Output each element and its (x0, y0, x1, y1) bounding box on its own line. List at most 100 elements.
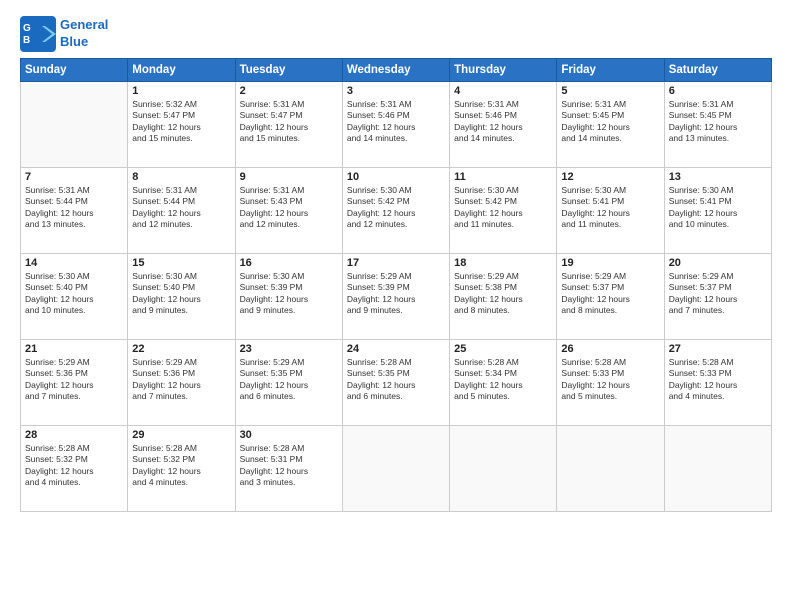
day-info: Sunrise: 5:28 AM Sunset: 5:33 PM Dayligh… (669, 357, 767, 403)
day-info: Sunrise: 5:30 AM Sunset: 5:40 PM Dayligh… (132, 271, 230, 317)
day-info: Sunrise: 5:28 AM Sunset: 5:33 PM Dayligh… (561, 357, 659, 403)
day-cell: 3Sunrise: 5:31 AM Sunset: 5:46 PM Daylig… (342, 82, 449, 168)
day-number: 10 (347, 171, 445, 183)
logo: GB GeneralBlue (20, 16, 108, 52)
svg-text:G: G (23, 23, 31, 34)
day-number: 2 (240, 85, 338, 97)
header-row: SundayMondayTuesdayWednesdayThursdayFrid… (21, 59, 772, 82)
day-cell: 8 Sunrise: 5:31 AM Sunset: 5:44 PM Daylig… (128, 168, 235, 254)
day-cell: 26 Sunrise: 5:28 AM Sunset: 5:33 PM Dayli… (557, 340, 664, 426)
day-number: 26 (561, 343, 659, 355)
day-info: Sunrise: 5:29 AM Sunset: 5:37 PM Dayligh… (669, 271, 767, 317)
day-info: Sunrise: 5:30 AM Sunset: 5:39 PM Dayligh… (240, 271, 338, 317)
day-info: Sunrise: 5:31 AM Sunset: 5:46 PM Dayligh… (347, 99, 445, 145)
day-cell (21, 82, 128, 168)
day-number: 13 (669, 171, 767, 183)
day-number: 16 (240, 257, 338, 269)
day-cell: 16 Sunrise: 5:30 AM Sunset: 5:39 PM Dayli… (235, 254, 342, 340)
day-cell: 24 Sunrise: 5:28 AM Sunset: 5:35 PM Dayli… (342, 340, 449, 426)
day-number: 5 (561, 85, 659, 97)
day-cell: 23 Sunrise: 5:29 AM Sunset: 5:35 PM Dayli… (235, 340, 342, 426)
week-row-5: 28 Sunrise: 5:28 AM Sunset: 5:32 PM Dayli… (21, 426, 772, 512)
week-row-2: 7Sunrise: 5:31 AM Sunset: 5:44 PM Daylig… (21, 168, 772, 254)
svg-text:B: B (23, 35, 30, 46)
day-number: 24 (347, 343, 445, 355)
day-info: Sunrise: 5:30 AM Sunset: 5:42 PM Dayligh… (454, 185, 552, 231)
day-number: 17 (347, 257, 445, 269)
day-number: 12 (561, 171, 659, 183)
day-cell: 4Sunrise: 5:31 AM Sunset: 5:46 PM Daylig… (450, 82, 557, 168)
day-number: 11 (454, 171, 552, 183)
day-info: Sunrise: 5:31 AM Sunset: 5:44 PM Dayligh… (132, 185, 230, 231)
day-number: 23 (240, 343, 338, 355)
day-cell: 18Sunrise: 5:29 AM Sunset: 5:38 PM Dayli… (450, 254, 557, 340)
day-cell: 29 Sunrise: 5:28 AM Sunset: 5:32 PM Dayli… (128, 426, 235, 512)
week-row-3: 14 Sunrise: 5:30 AM Sunset: 5:40 PM Dayli… (21, 254, 772, 340)
day-cell: 21 Sunrise: 5:29 AM Sunset: 5:36 PM Dayli… (21, 340, 128, 426)
day-cell: 14 Sunrise: 5:30 AM Sunset: 5:40 PM Dayli… (21, 254, 128, 340)
day-info: Sunrise: 5:31 AM Sunset: 5:46 PM Dayligh… (454, 99, 552, 145)
logo-text-general: General (60, 17, 108, 34)
day-cell: 11 Sunrise: 5:30 AM Sunset: 5:42 PM Dayli… (450, 168, 557, 254)
header-cell-sunday: Sunday (21, 59, 128, 82)
day-number: 29 (132, 429, 230, 441)
day-info: Sunrise: 5:29 AM Sunset: 5:36 PM Dayligh… (25, 357, 123, 403)
header: GB GeneralBlue (20, 16, 772, 52)
day-cell: 9 Sunrise: 5:31 AM Sunset: 5:43 PM Daylig… (235, 168, 342, 254)
week-row-1: 1 Sunrise: 5:32 AM Sunset: 5:47 PM Daylig… (21, 82, 772, 168)
header-cell-thursday: Thursday (450, 59, 557, 82)
day-info: Sunrise: 5:28 AM Sunset: 5:32 PM Dayligh… (132, 443, 230, 489)
day-number: 21 (25, 343, 123, 355)
header-cell-tuesday: Tuesday (235, 59, 342, 82)
day-cell: 5 Sunrise: 5:31 AM Sunset: 5:45 PM Daylig… (557, 82, 664, 168)
day-info: Sunrise: 5:31 AM Sunset: 5:45 PM Dayligh… (669, 99, 767, 145)
day-cell: 6 Sunrise: 5:31 AM Sunset: 5:45 PM Daylig… (664, 82, 771, 168)
day-info: Sunrise: 5:28 AM Sunset: 5:32 PM Dayligh… (25, 443, 123, 489)
day-number: 28 (25, 429, 123, 441)
day-number: 1 (132, 85, 230, 97)
day-info: Sunrise: 5:31 AM Sunset: 5:47 PM Dayligh… (240, 99, 338, 145)
day-number: 27 (669, 343, 767, 355)
day-number: 9 (240, 171, 338, 183)
day-info: Sunrise: 5:30 AM Sunset: 5:41 PM Dayligh… (669, 185, 767, 231)
day-cell: 20Sunrise: 5:29 AM Sunset: 5:37 PM Dayli… (664, 254, 771, 340)
day-info: Sunrise: 5:29 AM Sunset: 5:39 PM Dayligh… (347, 271, 445, 317)
day-number: 30 (240, 429, 338, 441)
day-cell (664, 426, 771, 512)
day-number: 8 (132, 171, 230, 183)
day-number: 18 (454, 257, 552, 269)
day-cell: 28 Sunrise: 5:28 AM Sunset: 5:32 PM Dayli… (21, 426, 128, 512)
day-cell: 15Sunrise: 5:30 AM Sunset: 5:40 PM Dayli… (128, 254, 235, 340)
day-cell: 2 Sunrise: 5:31 AM Sunset: 5:47 PM Daylig… (235, 82, 342, 168)
day-info: Sunrise: 5:29 AM Sunset: 5:35 PM Dayligh… (240, 357, 338, 403)
day-number: 14 (25, 257, 123, 269)
day-info: Sunrise: 5:28 AM Sunset: 5:31 PM Dayligh… (240, 443, 338, 489)
day-info: Sunrise: 5:31 AM Sunset: 5:45 PM Dayligh… (561, 99, 659, 145)
day-cell: 22Sunrise: 5:29 AM Sunset: 5:36 PM Dayli… (128, 340, 235, 426)
day-cell (342, 426, 449, 512)
day-cell: 12 Sunrise: 5:30 AM Sunset: 5:41 PM Dayli… (557, 168, 664, 254)
day-cell: 30 Sunrise: 5:28 AM Sunset: 5:31 PM Dayli… (235, 426, 342, 512)
calendar-page: GB GeneralBlue SundayMondayTuesdayWednesd… (0, 0, 792, 612)
header-cell-friday: Friday (557, 59, 664, 82)
day-cell: 7Sunrise: 5:31 AM Sunset: 5:44 PM Daylig… (21, 168, 128, 254)
day-cell: 10 Sunrise: 5:30 AM Sunset: 5:42 PM Dayli… (342, 168, 449, 254)
day-number: 25 (454, 343, 552, 355)
day-info: Sunrise: 5:32 AM Sunset: 5:47 PM Dayligh… (132, 99, 230, 145)
day-info: Sunrise: 5:30 AM Sunset: 5:41 PM Dayligh… (561, 185, 659, 231)
day-cell (450, 426, 557, 512)
day-cell: 27 Sunrise: 5:28 AM Sunset: 5:33 PM Dayli… (664, 340, 771, 426)
day-info: Sunrise: 5:30 AM Sunset: 5:40 PM Dayligh… (25, 271, 123, 317)
day-cell: 19Sunrise: 5:29 AM Sunset: 5:37 PM Dayli… (557, 254, 664, 340)
day-info: Sunrise: 5:29 AM Sunset: 5:36 PM Dayligh… (132, 357, 230, 403)
day-number: 19 (561, 257, 659, 269)
calendar-body: 1 Sunrise: 5:32 AM Sunset: 5:47 PM Daylig… (21, 82, 772, 512)
day-info: Sunrise: 5:28 AM Sunset: 5:35 PM Dayligh… (347, 357, 445, 403)
day-number: 6 (669, 85, 767, 97)
day-info: Sunrise: 5:31 AM Sunset: 5:43 PM Dayligh… (240, 185, 338, 231)
header-cell-saturday: Saturday (664, 59, 771, 82)
logo-text-blue: Blue (60, 34, 108, 51)
day-cell (557, 426, 664, 512)
day-info: Sunrise: 5:30 AM Sunset: 5:42 PM Dayligh… (347, 185, 445, 231)
calendar-header: SundayMondayTuesdayWednesdayThursdayFrid… (21, 59, 772, 82)
